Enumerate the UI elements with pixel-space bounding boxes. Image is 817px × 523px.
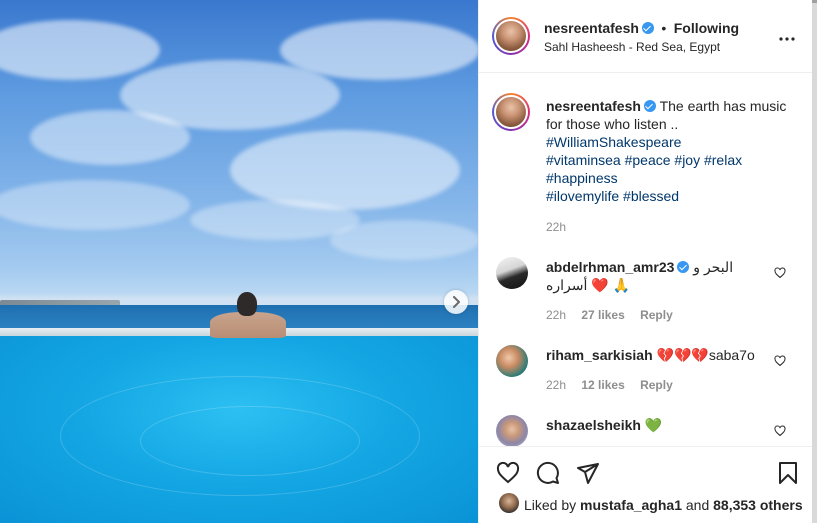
ripple [140, 406, 360, 476]
scrollbar-thumb[interactable] [812, 0, 817, 3]
comment-username[interactable]: shazaelsheikh [546, 417, 641, 433]
next-photo-button[interactable] [444, 290, 468, 314]
likes-summary: Liked by mustafa_agha1 and 88,353 others [524, 497, 803, 513]
comment-time[interactable]: 22h [546, 378, 566, 392]
verified-badge-icon [641, 22, 654, 34]
caption-author-avatar[interactable] [492, 93, 530, 131]
hashtag-line[interactable]: #vitaminsea #peace #joy #relax [546, 151, 796, 169]
comment-username[interactable]: riham_sarkisiah [546, 347, 653, 363]
comment-emoji: 💚 [644, 417, 663, 433]
page-scrollbar[interactable] [812, 0, 817, 523]
pool-water [0, 336, 478, 523]
verified-badge-icon [643, 100, 656, 112]
hashtag-line[interactable]: #happiness [546, 169, 796, 187]
comment-body: shazaelsheikh 💚 [546, 416, 766, 434]
comment-icon[interactable] [536, 461, 560, 485]
chevron-right-icon [453, 296, 460, 308]
cloud [280, 20, 478, 80]
caption-username[interactable]: nesreentafesh [546, 98, 641, 114]
commenter-avatar[interactable] [496, 257, 528, 289]
commenter-avatar[interactable] [496, 345, 528, 377]
caption-time[interactable]: 22h [546, 220, 566, 234]
comment-like-heart-icon[interactable] [774, 355, 786, 367]
comment-body: abdelrhman_amr23 البحر و أسراره ❤️ 🙏 [546, 258, 766, 294]
comment-like-heart-icon[interactable] [774, 267, 786, 279]
commenter-avatar[interactable] [496, 415, 528, 446]
following-button[interactable]: Following [674, 20, 739, 36]
likes-prefix: Liked by [524, 497, 577, 513]
separator-dot: • [661, 20, 667, 36]
hashtag-line[interactable]: #WilliamShakespeare [546, 133, 796, 151]
author-line: nesreentafesh • Following [544, 20, 739, 38]
comment-actions: 22h 27 likes Reply [546, 308, 685, 322]
comment-emoji: ❤️ 🙏 [591, 277, 630, 293]
likes-count[interactable]: 88,353 others [713, 497, 803, 513]
author-username[interactable]: nesreentafesh [544, 20, 639, 36]
cloud [30, 110, 190, 165]
comment-text: saba7o [708, 347, 755, 363]
more-options-button[interactable] [778, 29, 796, 47]
reply-button[interactable]: Reply [640, 378, 673, 392]
comment-actions: 22h 12 likes Reply [546, 378, 685, 392]
cloud [230, 130, 460, 210]
comment-body: riham_sarkisiah 💔💔💔saba7o [546, 346, 766, 364]
post-action-bar: Liked by mustafa_agha1 and 88,353 others [479, 446, 813, 523]
comment-likes[interactable]: 27 likes [581, 308, 624, 322]
more-options-icon [779, 37, 795, 41]
comment-likes[interactable]: 12 likes [581, 378, 624, 392]
cloud [0, 180, 190, 230]
comment-emoji: 💔💔💔 [656, 347, 709, 363]
verified-badge-icon [677, 261, 690, 273]
cloud [330, 220, 478, 260]
comment: shazaelsheikh 💚 [479, 413, 813, 446]
likes-middle: and [685, 497, 710, 513]
comment-time[interactable]: 22h [546, 308, 566, 322]
post-header: nesreentafesh • Following Sahl Hasheesh … [479, 0, 813, 73]
cloud [0, 20, 160, 80]
heart-icon[interactable] [496, 461, 520, 485]
reply-button[interactable]: Reply [640, 308, 673, 322]
post-location[interactable]: Sahl Hasheesh - Red Sea, Egypt [544, 40, 720, 54]
post-side-panel: nesreentafesh • Following Sahl Hasheesh … [478, 0, 813, 523]
liker-avatar[interactable] [499, 493, 519, 513]
paper-plane-icon[interactable] [576, 461, 600, 485]
comment-like-heart-icon[interactable] [774, 425, 786, 437]
hashtag-line[interactable]: #ilovemylife #blessed [546, 187, 796, 205]
swimmer-head [237, 292, 257, 316]
post-photo[interactable] [0, 0, 478, 523]
liker-username[interactable]: mustafa_agha1 [580, 497, 682, 513]
post-caption: nesreentafesh The earth has music for th… [546, 97, 796, 205]
author-avatar[interactable] [492, 17, 530, 55]
bookmark-icon[interactable] [776, 461, 800, 485]
comment-username[interactable]: abdelrhman_amr23 [546, 259, 674, 275]
